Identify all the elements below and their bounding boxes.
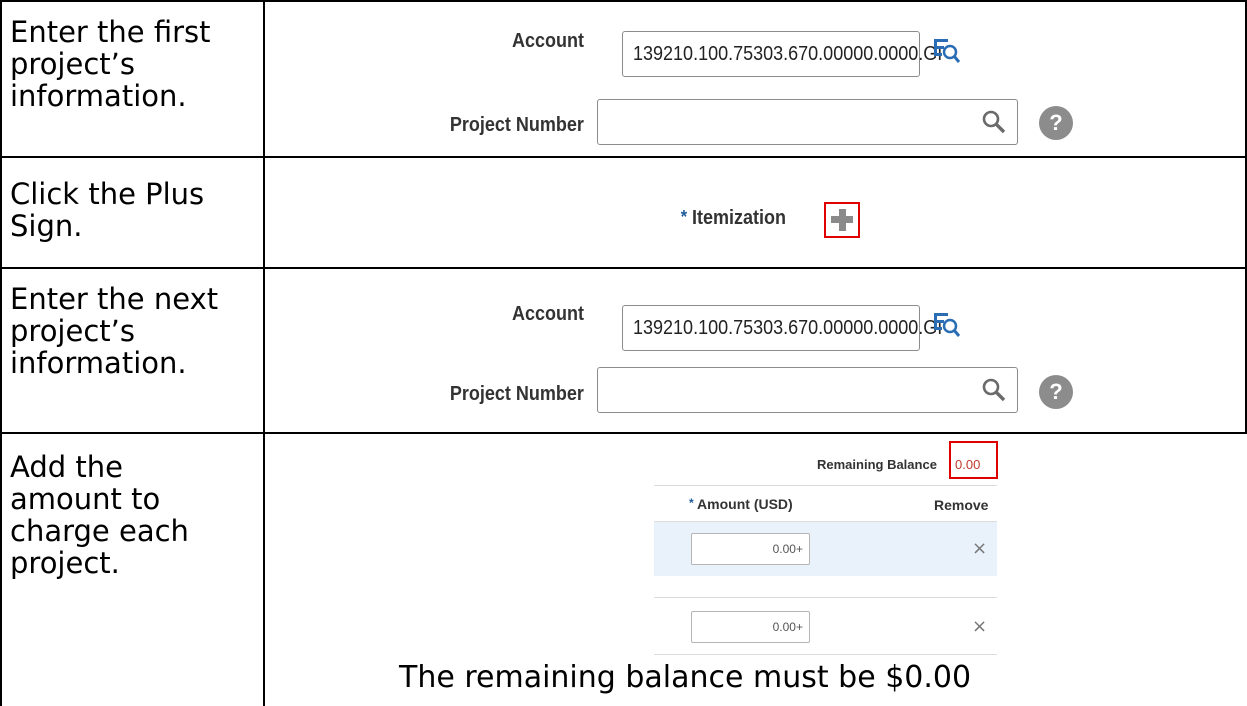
step-2-instruction: Click the Plus Sign. bbox=[10, 177, 205, 243]
amount-input[interactable]: 0.00+ bbox=[691, 611, 810, 643]
itemization-label: * Itemization bbox=[680, 207, 786, 229]
help-icon[interactable]: ? bbox=[1039, 106, 1073, 140]
amount-column-header: * Amount (USD) bbox=[689, 496, 793, 512]
remaining-balance-note: The remaining balance must be $0.00 bbox=[399, 660, 972, 695]
divider bbox=[654, 485, 997, 486]
amount-input[interactable]: 0.00+ bbox=[691, 533, 810, 565]
amount-value: 0.00+ bbox=[772, 542, 803, 556]
required-marker: * bbox=[689, 496, 694, 510]
plus-icon-bar bbox=[831, 216, 853, 223]
project-number-label: Project Number bbox=[449, 114, 584, 136]
search-icon[interactable] bbox=[981, 109, 1007, 135]
search-icon[interactable] bbox=[981, 377, 1007, 403]
divider bbox=[654, 597, 997, 598]
lookup-icon[interactable] bbox=[931, 35, 961, 65]
remaining-balance-label: Remaining Balance bbox=[817, 457, 937, 472]
account-label: Account bbox=[512, 30, 584, 52]
step-4-instruction: Add the amount to charge each project. bbox=[10, 450, 189, 580]
step-3-instruction: Enter the next project’s information. bbox=[10, 282, 219, 380]
close-icon[interactable]: × bbox=[972, 616, 987, 637]
required-marker: * bbox=[680, 207, 687, 227]
lookup-icon[interactable] bbox=[931, 309, 961, 339]
help-icon[interactable]: ? bbox=[1039, 375, 1073, 409]
row-divider bbox=[0, 432, 1247, 434]
step-1-instruction: Enter the first project’s information. bbox=[10, 15, 211, 113]
project-number-label: Project Number bbox=[449, 383, 584, 405]
divider bbox=[654, 654, 997, 655]
table-border-left bbox=[0, 0, 2, 706]
remaining-balance-value: 0.00 bbox=[955, 457, 981, 472]
amount-value: 0.00+ bbox=[772, 620, 803, 634]
project-number-input[interactable] bbox=[597, 99, 1018, 145]
close-icon[interactable]: × bbox=[972, 538, 987, 559]
project-number-input[interactable] bbox=[597, 367, 1018, 413]
row-divider bbox=[0, 267, 1247, 269]
add-itemization-button[interactable] bbox=[824, 202, 860, 238]
table-border-top bbox=[0, 0, 1247, 2]
account-value: 139210.100.75303.670.00000.0000.GI bbox=[633, 43, 943, 65]
account-field[interactable]: 139210.100.75303.670.00000.0000.GI bbox=[622, 31, 942, 77]
row-divider bbox=[0, 156, 1247, 158]
account-label: Account bbox=[512, 303, 584, 325]
column-divider bbox=[263, 0, 265, 706]
account-value: 139210.100.75303.670.00000.0000.GI bbox=[633, 317, 943, 339]
remove-column-header: Remove bbox=[934, 497, 989, 513]
account-field[interactable]: 139210.100.75303.670.00000.0000.GI bbox=[622, 305, 942, 351]
